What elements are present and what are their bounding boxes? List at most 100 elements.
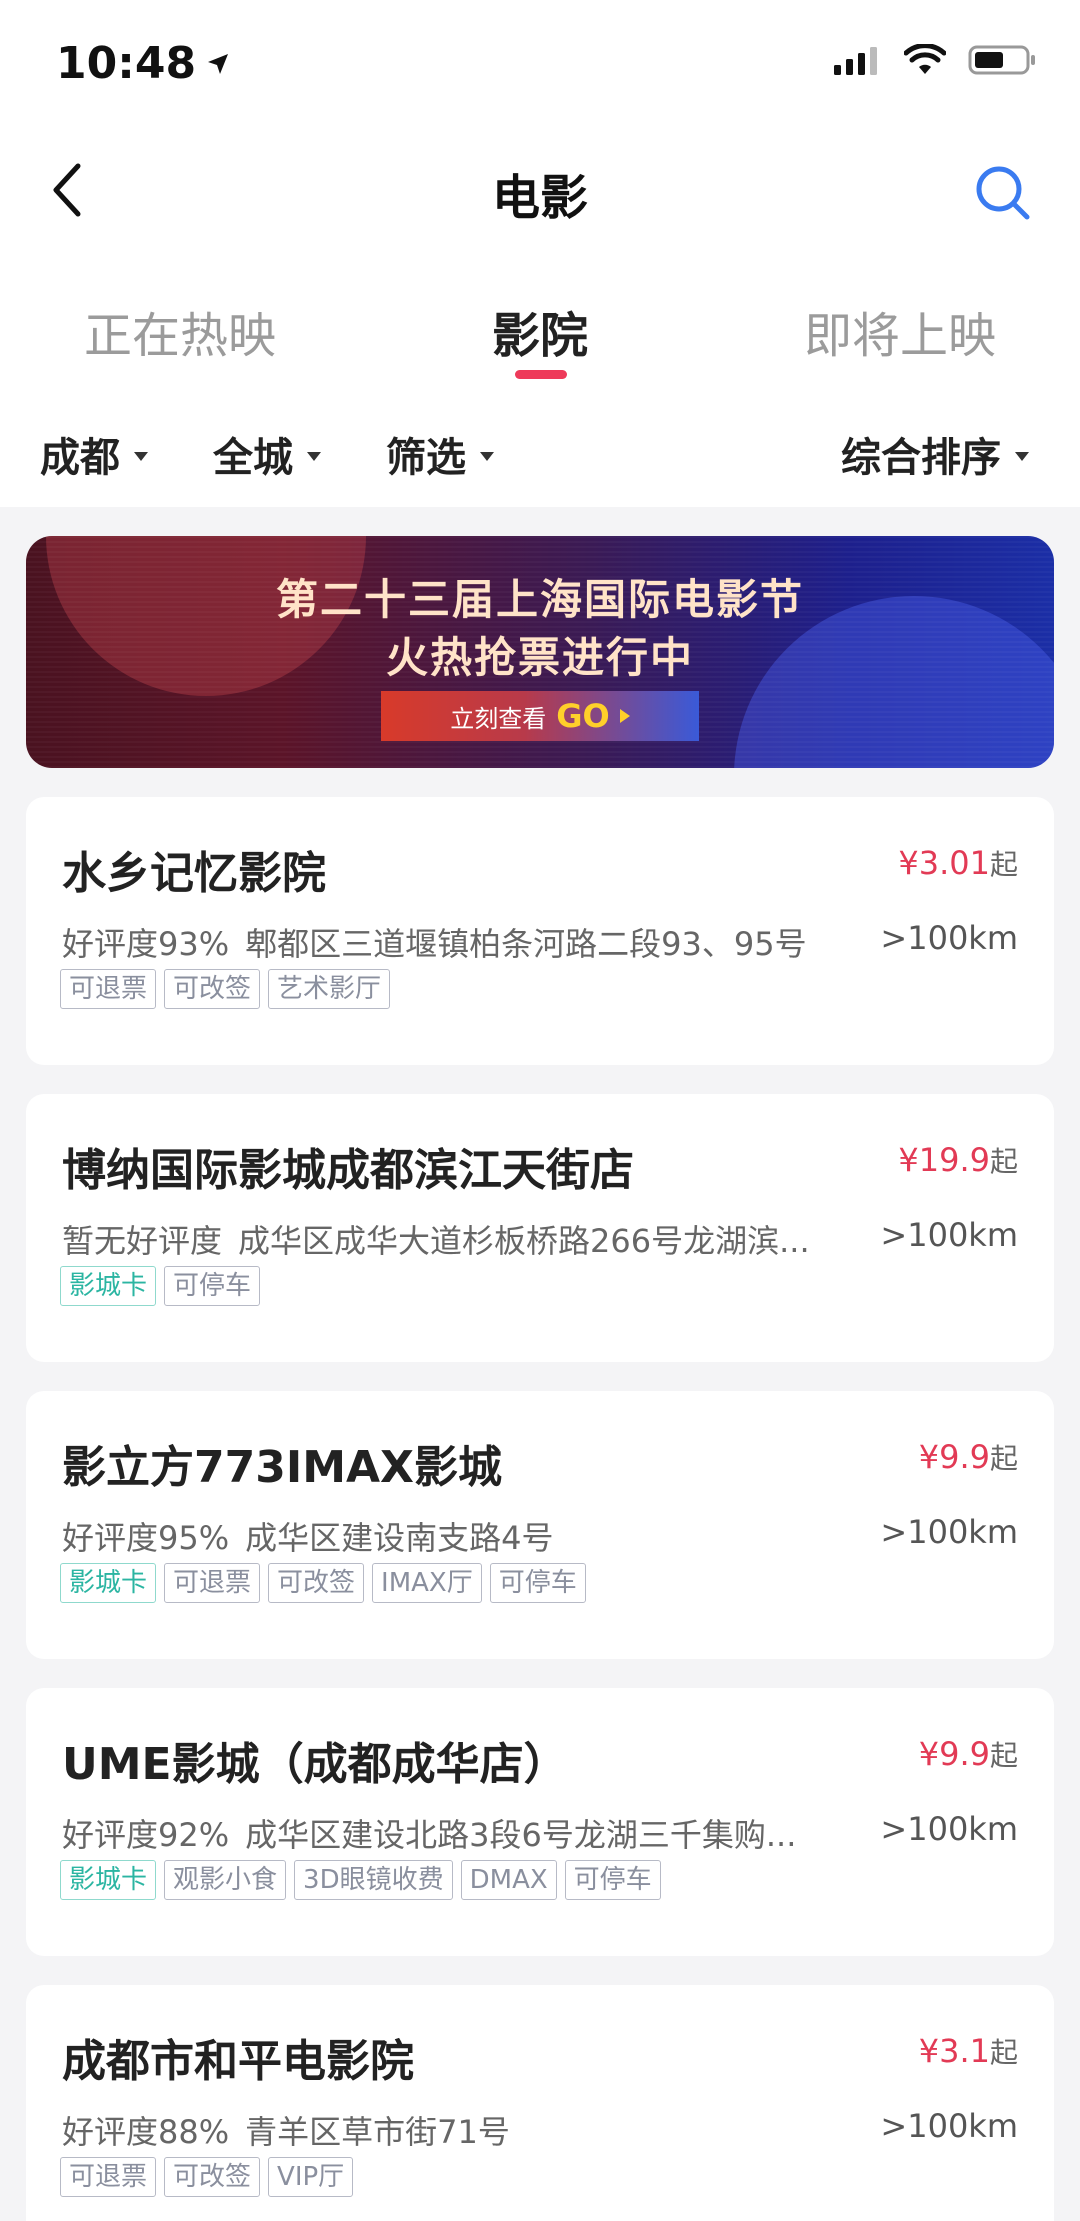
price-suffix: 起 [989,1145,1018,1178]
cinema-distance: >100km [880,1216,1018,1254]
price-suffix: 起 [989,848,1018,881]
price-suffix: 起 [989,2036,1018,2069]
tag: 可停车 [489,1563,586,1603]
cinema-rating: 好评度88% [62,2113,230,2151]
tag: 可停车 [564,1860,661,1900]
cinema-tags: 影城卡 观影小食 3D眼镜收费 DMAX 可停车 [60,1860,661,1900]
caret-down-icon [307,451,321,461]
tag: IMAX厅 [372,1563,482,1603]
city-filter[interactable]: 成都 [40,425,148,483]
tag: 可退票 [60,2157,157,2197]
tag: 影城卡 [60,1563,157,1603]
caret-down-icon [134,451,148,461]
cinema-name: 成都市和平电影院 [62,2036,414,2087]
cinema-address: 成华区成华大道杉板桥路266号龙湖滨... [238,1222,810,1260]
banner-button-text: 立刻查看 [450,704,547,733]
cinema-tags: 可退票 可改签 艺术影厅 [60,969,391,1009]
cinema-card[interactable]: 成都市和平电影院 ¥3.1 起 好评度88% 青羊区草市街71号 >100km 可… [26,1985,1054,2221]
screen-filter[interactable]: 筛选 [386,425,494,483]
price-value: ¥19.9 [898,1141,990,1179]
cinema-name: 博纳国际影城成都滨江天街店 [62,1145,634,1196]
location-arrow-icon [208,53,229,74]
price-value: ¥3.1 [918,2032,990,2070]
page-title: 电影 [491,170,588,226]
search-button[interactable] [968,158,1038,228]
status-time-text: 10:48 [56,38,197,89]
cinema-price: ¥3.1 起 [919,2031,1018,2071]
battery-icon [968,45,1035,75]
price-suffix: 起 [989,1739,1018,1772]
cinema-address: 成华区建设南支路4号 [245,1519,554,1557]
tag: 可改签 [164,2157,261,2197]
cinema-tags: 影城卡 可退票 可改签 IMAX厅 可停车 [60,1563,586,1603]
active-tab-indicator [515,370,567,379]
cinema-name: 影立方773IMAX影城 [62,1442,502,1493]
tag: 影城卡 [60,1266,157,1306]
signal-icon [834,47,877,75]
price-value: ¥9.9 [918,1735,990,1773]
cinema-info: 暂无好评度 成华区成华大道杉板桥路266号龙湖滨... [62,1216,852,1262]
cinema-name: 水乡记忆影院 [62,848,326,899]
cinema-distance: >100km [880,1513,1018,1551]
area-filter[interactable]: 全城 [213,425,321,483]
cinema-tags: 影城卡 可停车 [60,1266,261,1306]
cinema-address: 青羊区草市街71号 [245,2113,510,2151]
caret-down-icon [1015,451,1029,461]
cinema-rating: 暂无好评度 [62,1222,223,1260]
banner-view-button[interactable]: 立刻查看 GO [381,691,699,741]
cinema-address: 成华区建设北路3段6号龙湖三千集购... [245,1816,797,1854]
status-time: 10:48 [56,38,230,89]
cinema-price: ¥9.9 起 [919,1734,1018,1774]
sort-filter-label: 综合排序 [841,435,1001,481]
tag: 可退票 [164,1563,261,1603]
search-icon [976,166,1030,220]
tag: 可退票 [60,969,157,1009]
cinema-card[interactable]: 水乡记忆影院 ¥3.01 起 好评度93% 郫都区三道堰镇柏条河路二段93、95号… [26,797,1054,1065]
promo-banner[interactable]: 第二十三届上海国际电影节 火热抢票进行中 立刻查看 GO [26,536,1054,768]
tab-coming-soon[interactable]: 即将上映 [750,296,1050,366]
screen-filter-label: 筛选 [386,435,466,481]
cinema-info: 好评度93% 郫都区三道堰镇柏条河路二段93、95号 [62,919,852,965]
cinema-rating: 好评度92% [62,1816,230,1854]
filter-bar: 成都 全城 筛选 综合排序 [0,425,1080,481]
banner-subtitle: 火热抢票进行中 [385,633,694,682]
status-indicators [832,44,1038,76]
banner-go-text: GO [556,697,610,735]
cinema-tags: 可退票 可改签 VIP厅 [60,2157,354,2197]
cinema-price: ¥3.01 起 [898,843,1018,883]
cinema-info: 好评度88% 青羊区草市街71号 [62,2107,852,2153]
cinema-card[interactable]: 影立方773IMAX影城 ¥9.9 起 好评度95% 成华区建设南支路4号 >10… [26,1391,1054,1659]
price-value: ¥9.9 [918,1438,990,1476]
tab-cinemas[interactable]: 影院 [390,296,690,366]
cinema-address: 郫都区三道堰镇柏条河路二段93、95号 [245,925,807,963]
tag: 可改签 [164,969,261,1009]
play-arrow-icon [619,709,630,723]
cinema-card[interactable]: UME影城（成都成华店） ¥9.9 起 好评度92% 成华区建设北路3段6号龙湖三… [26,1688,1054,1956]
cinema-rating: 好评度95% [62,1519,230,1557]
tag: DMAX [460,1860,557,1900]
cinema-info: 好评度95% 成华区建设南支路4号 [62,1513,852,1559]
caret-down-icon [480,451,494,461]
cinema-card[interactable]: 博纳国际影城成都滨江天街店 ¥19.9 起 暂无好评度 成华区成华大道杉板桥路26… [26,1094,1054,1362]
cinema-price: ¥19.9 起 [898,1140,1018,1180]
cinema-rating: 好评度93% [62,925,230,963]
cinema-distance: >100km [880,919,1018,957]
tag: 艺术影厅 [268,969,391,1009]
cinema-distance: >100km [880,2107,1018,2145]
cinema-distance: >100km [880,1810,1018,1848]
city-filter-label: 成都 [40,435,120,481]
wifi-icon [904,44,946,74]
cinema-price: ¥9.9 起 [919,1437,1018,1477]
banner-title: 第二十三届上海国际电影节 [275,575,804,624]
price-suffix: 起 [989,1442,1018,1475]
tag: VIP厅 [268,2157,354,2197]
tag: 观影小食 [164,1860,287,1900]
tag: 影城卡 [60,1860,157,1900]
tag: 3D眼镜收费 [294,1860,453,1900]
sort-filter[interactable]: 综合排序 [841,425,1029,483]
cinema-name: UME影城（成都成华店） [62,1739,568,1790]
tag: 可停车 [164,1266,261,1306]
tag: 可改签 [268,1563,365,1603]
tab-now-showing[interactable]: 正在热映 [30,296,330,366]
cinema-info: 好评度92% 成华区建设北路3段6号龙湖三千集购... [62,1810,852,1856]
